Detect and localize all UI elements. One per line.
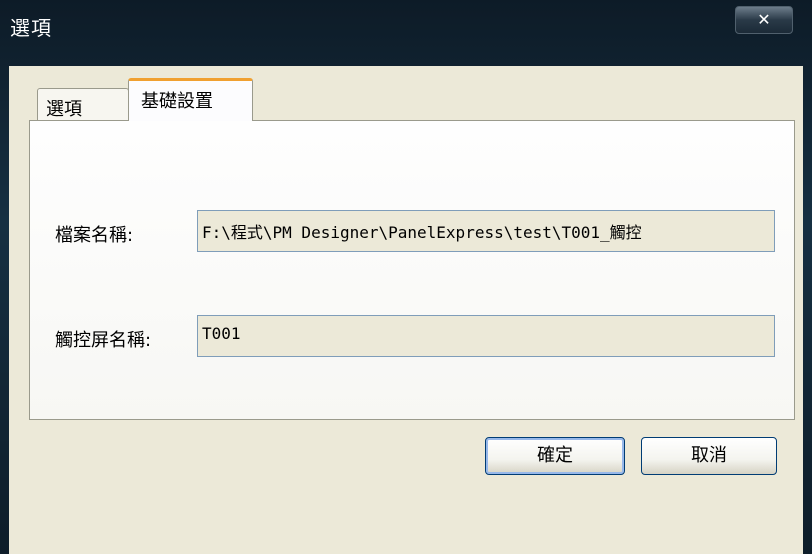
tab-options[interactable]: 選項	[37, 88, 129, 120]
screen-name-field[interactable]: T001	[197, 315, 775, 357]
screen-name-label: 觸控屏名稱:	[55, 330, 152, 351]
close-icon: ✕	[757, 10, 771, 29]
close-button[interactable]: ✕	[735, 6, 793, 34]
dialog-window: 選項 ✕ 選項 基礎設置 檔案名稱: F:\程式\PM Designer\Pan…	[0, 0, 812, 554]
file-name-field[interactable]: F:\程式\PM Designer\PanelExpress\test\T001…	[197, 210, 775, 252]
cancel-button[interactable]: 取消	[641, 437, 777, 475]
tab-panel-basic-settings: 檔案名稱: F:\程式\PM Designer\PanelExpress\tes…	[29, 120, 795, 420]
window-title: 選項	[10, 16, 52, 40]
file-name-label: 檔案名稱:	[55, 225, 134, 246]
ok-button[interactable]: 確定	[485, 437, 625, 475]
title-bar[interactable]: 選項 ✕	[0, 0, 812, 66]
tab-basic-settings[interactable]: 基礎設置	[128, 78, 253, 121]
dialog-client-area: 選項 基礎設置 檔案名稱: F:\程式\PM Designer\PanelExp…	[9, 66, 803, 554]
